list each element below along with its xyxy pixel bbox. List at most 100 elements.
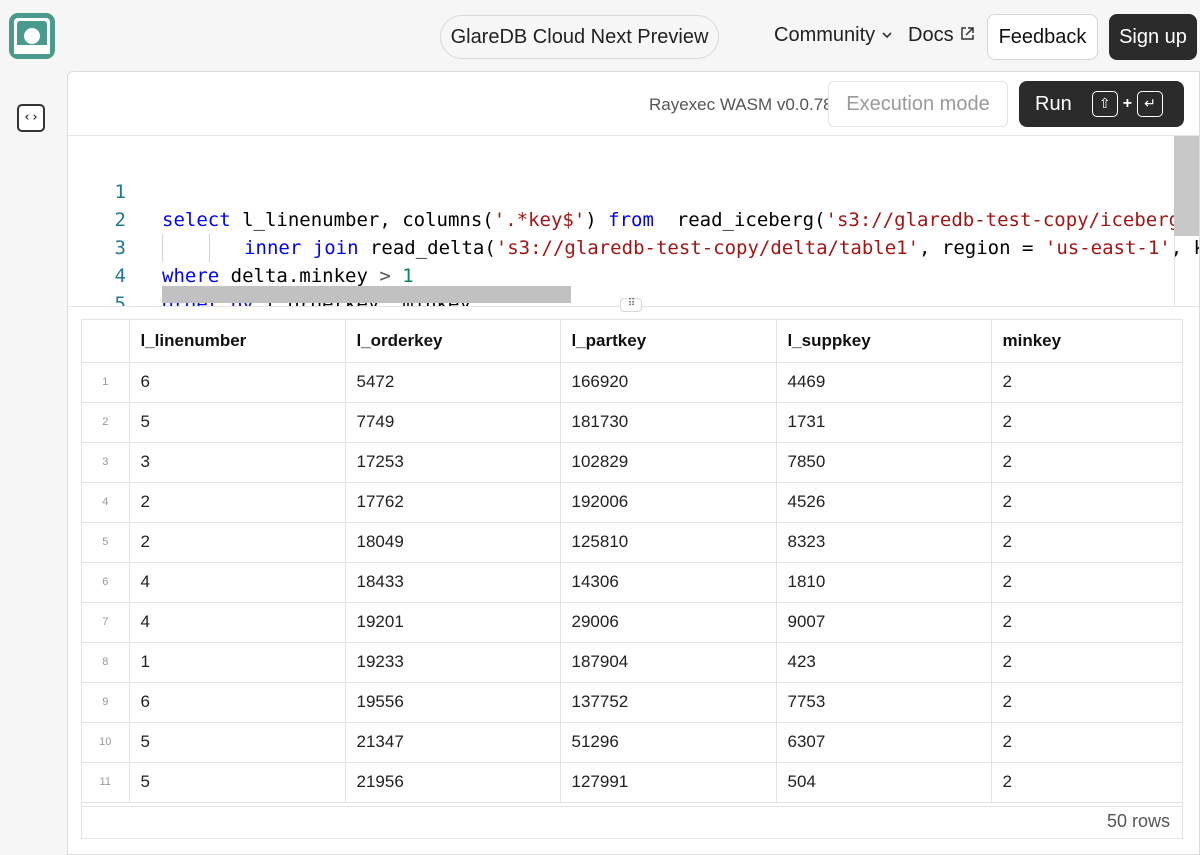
table-cell[interactable]: 4 xyxy=(129,602,346,643)
table-cell[interactable]: 29006 xyxy=(560,602,777,643)
horizontal-scrollbar[interactable] xyxy=(162,286,571,303)
table-cell[interactable]: 21956 xyxy=(345,762,561,803)
table-cell[interactable]: 192006 xyxy=(560,482,777,523)
table-cell[interactable]: 2 xyxy=(991,762,1182,803)
row-number-header xyxy=(82,320,130,363)
chevron-down-icon xyxy=(881,24,893,47)
column-header[interactable]: l_linenumber xyxy=(129,320,346,363)
table-cell[interactable]: 2 xyxy=(991,522,1182,563)
vertical-scrollbar[interactable] xyxy=(1174,136,1199,236)
column-header[interactable]: l_orderkey xyxy=(345,320,561,363)
table-cell[interactable]: 5472 xyxy=(345,362,561,403)
table-cell[interactable]: 7850 xyxy=(776,442,992,483)
table-cell[interactable]: 137752 xyxy=(560,682,777,723)
row-number: 8 xyxy=(82,642,130,683)
table-cell[interactable]: 181730 xyxy=(560,402,777,443)
editor-line[interactable]: 1 select l_linenumber, columns('.*key$')… xyxy=(68,150,1199,231)
table-cell[interactable]: 1 xyxy=(129,642,346,683)
table-cell[interactable]: 504 xyxy=(776,762,992,803)
docs-label: Docs xyxy=(908,24,954,46)
table-cell[interactable]: 19201 xyxy=(345,602,561,643)
table-cell[interactable]: 6 xyxy=(129,682,346,723)
table-cell[interactable]: 51296 xyxy=(560,722,777,763)
code-editor-icon[interactable]: ‹› xyxy=(17,104,45,132)
table-cell[interactable]: 5 xyxy=(129,722,346,763)
table-cell[interactable]: 187904 xyxy=(560,642,777,683)
table-cell[interactable]: 102829 xyxy=(560,442,777,483)
table-cell[interactable]: 19556 xyxy=(345,682,561,723)
table-cell[interactable]: 2 xyxy=(991,402,1182,443)
table-row[interactable]: 5 2 18049 125810 8323 2 xyxy=(82,522,1182,563)
run-label: Run xyxy=(1035,92,1072,115)
results-table: l_linenumber l_orderkey l_partkey l_supp… xyxy=(81,319,1183,839)
table-cell[interactable]: 2 xyxy=(991,482,1182,523)
row-number: 10 xyxy=(82,722,130,763)
table-cell[interactable]: 423 xyxy=(776,642,992,683)
table-cell[interactable]: 1731 xyxy=(776,402,992,443)
table-row[interactable]: 4 2 17762 192006 4526 2 xyxy=(82,482,1182,523)
execution-mode-button[interactable]: Execution mode xyxy=(828,81,1008,127)
table-cell[interactable]: 127991 xyxy=(560,762,777,803)
table-row[interactable]: 2 5 7749 181730 1731 2 xyxy=(82,402,1182,443)
table-cell[interactable]: 7753 xyxy=(776,682,992,723)
table-cell[interactable]: 2 xyxy=(991,642,1182,683)
results-footer: 50 rows xyxy=(82,806,1182,838)
table-cell[interactable]: 3 xyxy=(129,442,346,483)
table-cell[interactable]: 8323 xyxy=(776,522,992,563)
table-cell[interactable]: 2 xyxy=(991,562,1182,603)
glaredb-logo-icon[interactable] xyxy=(8,12,56,60)
preview-badge[interactable]: GlareDB Cloud Next Preview xyxy=(440,15,719,59)
table-cell[interactable]: 4 xyxy=(129,562,346,603)
table-cell[interactable]: 19233 xyxy=(345,642,561,683)
run-button[interactable]: Run ⇧ + ↵ xyxy=(1019,81,1184,127)
table-cell[interactable]: 2 xyxy=(991,602,1182,643)
table-cell[interactable]: 21347 xyxy=(345,722,561,763)
table-cell[interactable]: 125810 xyxy=(560,522,777,563)
docs-link[interactable]: Docs xyxy=(908,24,975,47)
top-bar: GlareDB Cloud Next Preview Community Doc… xyxy=(0,0,1200,72)
table-row[interactable]: 7 4 19201 29006 9007 2 xyxy=(82,602,1182,643)
column-header[interactable]: l_partkey xyxy=(560,320,777,363)
table-row[interactable]: 10 5 21347 51296 6307 2 xyxy=(82,722,1182,763)
table-cell[interactable]: 17253 xyxy=(345,442,561,483)
table-row[interactable]: 8 1 19233 187904 423 2 xyxy=(82,642,1182,683)
feedback-button[interactable]: Feedback xyxy=(987,14,1098,60)
column-header[interactable]: minkey xyxy=(991,320,1182,363)
table-cell[interactable]: 2 xyxy=(129,522,346,563)
signup-button[interactable]: Sign up xyxy=(1109,14,1197,60)
resize-handle-icon[interactable]: ⠿ xyxy=(620,298,642,312)
table-cell[interactable]: 2 xyxy=(991,442,1182,483)
table-cell[interactable]: 7749 xyxy=(345,402,561,443)
editor-line[interactable]: 2 inner join read_delta('s3://glaredb-te… xyxy=(68,178,1199,262)
table-cell[interactable]: 4469 xyxy=(776,362,992,403)
table-cell[interactable]: 14306 xyxy=(560,562,777,603)
row-number: 6 xyxy=(82,562,130,603)
table-cell[interactable]: 2 xyxy=(991,722,1182,763)
table-cell[interactable]: 2 xyxy=(991,362,1182,403)
table-cell[interactable]: 1810 xyxy=(776,562,992,603)
table-cell[interactable]: 4526 xyxy=(776,482,992,523)
editor-line[interactable]: 4 order by l_orderkey, minkey xyxy=(68,234,1199,306)
column-header[interactable]: l_suppkey xyxy=(776,320,992,363)
row-number: 9 xyxy=(82,682,130,723)
table-cell[interactable]: 166920 xyxy=(560,362,777,403)
table-cell[interactable]: 9007 xyxy=(776,602,992,643)
community-menu[interactable]: Community xyxy=(774,24,893,47)
table-row[interactable]: 11 5 21956 127991 504 2 xyxy=(82,762,1182,803)
table-row[interactable]: 1 6 5472 166920 4469 2 xyxy=(82,362,1182,403)
table-cell[interactable]: 6 xyxy=(129,362,346,403)
editor-line[interactable]: 3 where delta.minkey > 1 xyxy=(68,206,1199,287)
table-row[interactable]: 3 3 17253 102829 7850 2 xyxy=(82,442,1182,483)
table-row[interactable]: 6 4 18433 14306 1810 2 xyxy=(82,562,1182,603)
table-row[interactable]: 9 6 19556 137752 7753 2 xyxy=(82,682,1182,723)
table-cell[interactable]: 18049 xyxy=(345,522,561,563)
table-cell[interactable]: 6307 xyxy=(776,722,992,763)
table-cell[interactable]: 18433 xyxy=(345,562,561,603)
table-cell[interactable]: 5 xyxy=(129,762,346,803)
table-cell[interactable]: 5 xyxy=(129,402,346,443)
table-cell[interactable]: 17762 xyxy=(345,482,561,523)
shift-key-icon: ⇧ xyxy=(1091,91,1118,117)
table-cell[interactable]: 2 xyxy=(991,682,1182,723)
table-cell[interactable]: 2 xyxy=(129,482,346,523)
sql-editor[interactable]: 1 select l_linenumber, columns('.*key$')… xyxy=(68,136,1199,306)
